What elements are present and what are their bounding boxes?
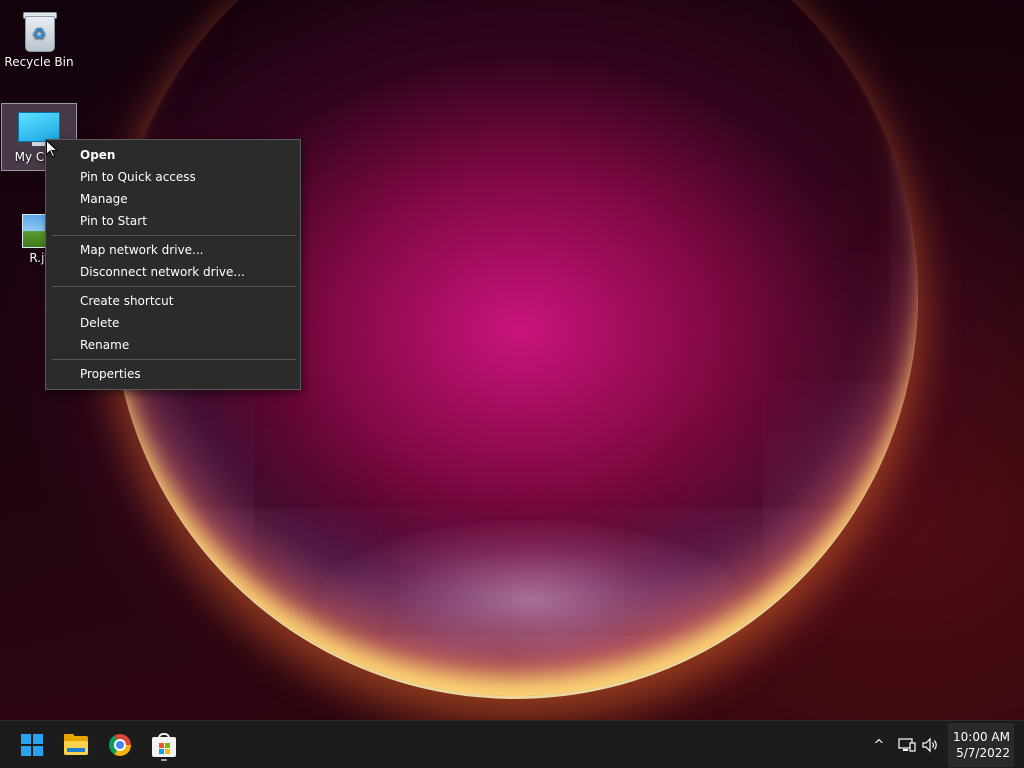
menu-item-manage[interactable]: Manage	[46, 188, 300, 210]
recycle-bin-icon: ♻	[22, 10, 57, 52]
running-app-indicator	[161, 759, 167, 761]
menu-separator	[52, 235, 296, 236]
windows-start-icon	[21, 734, 43, 756]
mouse-cursor-icon	[46, 140, 58, 158]
desktop-icon-recycle-bin[interactable]: ♻ Recycle Bin	[1, 6, 77, 69]
menu-item-delete[interactable]: Delete	[46, 312, 300, 334]
file-explorer-icon	[64, 733, 88, 755]
menu-item-open[interactable]: Open	[46, 144, 300, 166]
file-explorer-button[interactable]	[56, 725, 96, 765]
system-clock[interactable]: 10:00 AM 5/7/2022	[948, 723, 1014, 767]
menu-item-map-network-drive[interactable]: Map network drive...	[46, 239, 300, 261]
menu-item-pin-start[interactable]: Pin to Start	[46, 210, 300, 232]
chrome-button[interactable]	[100, 725, 140, 765]
taskbar: ^ 10:00 AM 5/7/2022	[0, 720, 1024, 768]
menu-item-properties[interactable]: Properties	[46, 363, 300, 385]
menu-item-disconnect-network-drive[interactable]: Disconnect network drive...	[46, 261, 300, 283]
menu-separator	[52, 359, 296, 360]
menu-item-create-shortcut[interactable]: Create shortcut	[46, 290, 300, 312]
start-button[interactable]	[12, 725, 52, 765]
menu-separator	[52, 286, 296, 287]
desktop-icon-label: Recycle Bin	[4, 55, 74, 69]
clock-date: 5/7/2022	[956, 746, 1010, 760]
clock-time: 10:00 AM	[953, 730, 1010, 744]
menu-item-rename[interactable]: Rename	[46, 334, 300, 356]
context-menu: Open Pin to Quick access Manage Pin to S…	[45, 139, 301, 390]
menu-item-pin-quick-access[interactable]: Pin to Quick access	[46, 166, 300, 188]
chrome-icon	[109, 734, 131, 756]
volume-icon[interactable]	[920, 721, 942, 768]
show-hidden-icons-chevron-icon[interactable]: ^	[868, 721, 890, 768]
microsoft-store-icon	[152, 733, 176, 757]
network-icon[interactable]	[896, 721, 918, 768]
